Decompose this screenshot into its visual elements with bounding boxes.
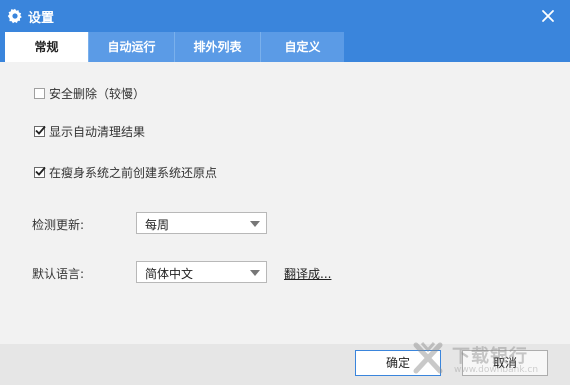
- option-label: 显示自动清理结果: [49, 124, 146, 139]
- tab-exclusion-list[interactable]: 排外列表: [174, 32, 260, 62]
- dropdown-arrow-icon: [250, 221, 260, 227]
- tab-custom[interactable]: 自定义: [260, 32, 344, 62]
- watermark: 下载银行 www.downbank.cn: [412, 339, 562, 383]
- option-label: 安全删除（较慢）: [49, 86, 146, 101]
- checkbox-show-clean-results[interactable]: [34, 125, 46, 137]
- settings-panel: [0, 62, 570, 344]
- language-value: 简体中文: [145, 267, 194, 281]
- language-label: 默认语言:: [32, 267, 85, 281]
- option-safe-delete[interactable]: 安全删除（较慢）: [34, 85, 145, 101]
- tab-bar: 常规 自动运行 排外列表 自定义: [0, 32, 570, 62]
- close-icon[interactable]: [538, 6, 558, 26]
- checkmark-icon: [35, 166, 46, 176]
- translate-link[interactable]: 翻译成...: [284, 265, 331, 282]
- tab-autorun[interactable]: 自动运行: [88, 32, 174, 62]
- watermark-url: www.downbank.cn: [454, 365, 539, 375]
- tab-general[interactable]: 常规: [5, 32, 88, 62]
- language-select[interactable]: 简体中文: [136, 261, 267, 283]
- option-restore-point[interactable]: 在瘦身系统之前创建系统还原点: [34, 164, 217, 180]
- gear-icon: [7, 8, 22, 24]
- checkbox-restore-point[interactable]: [34, 166, 46, 178]
- update-frequency-value: 每周: [145, 218, 170, 232]
- watermark-logo-icon: [413, 342, 443, 374]
- update-frequency-select[interactable]: 每周: [136, 212, 267, 234]
- checkbox-safe-delete[interactable]: [34, 87, 45, 99]
- title-bar: 设置: [0, 0, 570, 32]
- dropdown-arrow-icon: [250, 270, 260, 276]
- update-label: 检测更新:: [32, 218, 85, 232]
- option-label: 在瘦身系统之前创建系统还原点: [49, 165, 218, 180]
- window-title: 设置: [28, 11, 55, 26]
- checkmark-icon: [35, 125, 46, 135]
- option-show-clean-results[interactable]: 显示自动清理结果: [34, 123, 145, 139]
